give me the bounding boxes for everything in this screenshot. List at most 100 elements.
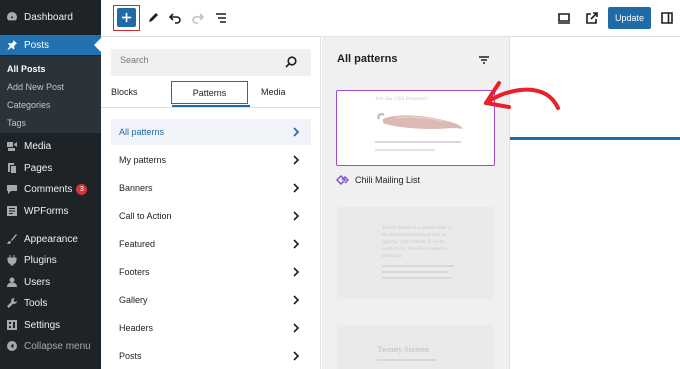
menu-plugins-label: Plugins [24,254,57,266]
pattern-preview-line [375,149,435,151]
comment-icon [6,183,18,195]
explorer-title: All patterns [337,53,398,65]
menu-pages[interactable]: Pages [0,158,101,178]
editor-toolbar: Update [101,0,680,37]
view-post-button[interactable] [584,10,600,26]
comments-count-badge: 3 [76,183,88,195]
settings-sidebar-button[interactable] [659,10,675,26]
admin-sidebar: Dashboard Posts All Posts Add New Post C… [0,0,101,369]
menu-appearance-label: Appearance [24,233,78,245]
category-featured[interactable]: Featured [111,231,311,257]
settings-icon [6,319,18,331]
submenu-tags[interactable]: Tags [7,118,26,128]
chevron-right-icon [291,210,301,222]
pattern-preview-line [382,265,454,267]
menu-settings-label: Settings [24,319,61,331]
pattern-preview-line [377,359,437,361]
chevron-right-icon [291,322,301,334]
pattern-preview-line [382,271,448,273]
category-posts[interactable]: Posts [111,343,311,369]
redo-icon [192,13,205,24]
menu-dashboard-label: Dashboard [24,11,73,23]
chevron-right-icon [291,182,301,194]
menu-users[interactable]: Users [0,272,101,292]
redo-button[interactable] [190,10,206,26]
wrench-icon [6,297,18,309]
chili-pepper-image [377,113,463,129]
menu-pages-label: Pages [24,162,53,174]
pencil-icon [149,13,158,22]
menu-wpforms-label: WPForms [24,205,69,217]
posts-submenu: All Posts Add New Post Categories Tags [0,56,101,133]
filter-icon[interactable] [478,53,490,65]
menu-posts[interactable]: Posts [0,35,101,55]
tab-blocks[interactable]: Blocks [111,87,138,97]
tabs-divider [101,107,321,108]
menu-wpforms[interactable]: WPForms [0,201,101,221]
undo-button[interactable] [167,10,183,26]
category-gallery[interactable]: Gallery [111,287,311,313]
sidebar-toggle-icon [661,12,673,24]
menu-appearance[interactable]: Appearance [0,229,101,249]
category-label: Gallery [119,295,148,305]
block-inserter-button[interactable] [117,8,136,27]
menu-tools[interactable]: Tools [0,293,101,313]
pattern-preview-line [375,141,461,143]
category-all-patterns[interactable]: All patterns [111,119,311,145]
pattern-preview-line [382,277,452,279]
pattern-preview-heading: Twenty Sixteen [377,345,430,354]
paintbrush-icon [6,233,18,245]
category-headers[interactable]: Headers [111,315,311,341]
menu-posts-label: Posts [24,39,50,51]
submenu-all-posts[interactable]: All Posts [7,64,46,74]
desktop-icon [558,13,570,24]
category-label: Banners [119,183,153,193]
plus-icon [121,12,132,23]
menu-collapse[interactable]: Collapse menu [0,336,101,356]
list-view-button[interactable] [213,10,229,26]
category-label: My patterns [119,155,167,165]
menu-settings[interactable]: Settings [0,315,101,335]
category-call-to-action[interactable]: Call to Action [111,203,311,229]
chevron-right-icon [291,266,301,278]
chevron-right-icon [291,238,301,250]
pattern-label-chili-mailing-list: Chili Mailing List [336,173,420,187]
submenu-add-new-post[interactable]: Add New Post [7,82,64,92]
tools-button[interactable] [145,10,161,26]
pattern-card-chili-mailing-list[interactable]: Join Our Chili Newsletter! [336,90,495,166]
media-icon [6,140,18,152]
search-input[interactable] [120,55,270,65]
pattern-explorer: All patterns Join Our Chili Newsletter! … [322,37,510,369]
menu-tools-label: Tools [24,297,48,309]
menu-comments-label: Comments [24,183,73,195]
pattern-name: Chili Mailing List [355,175,421,185]
pattern-card-twenty-sixteen[interactable]: Twenty Sixteen [337,325,494,369]
pushpin-icon [6,39,18,51]
category-my-patterns[interactable]: My patterns [111,147,311,173]
block-inserter-panel: Blocks Patterns Media All patterns My pa… [101,37,321,369]
tab-patterns[interactable]: Patterns [171,81,248,104]
synced-pattern-icon [336,175,349,185]
menu-plugins[interactable]: Plugins [0,250,101,270]
preview-button[interactable] [556,10,572,26]
category-footers[interactable]: Footers [111,259,311,285]
tab-media[interactable]: Media [261,87,286,97]
category-label: Headers [119,323,154,333]
category-label: Featured [119,239,156,249]
dashboard-icon [6,11,18,23]
category-label: All patterns [119,127,165,137]
editor-canvas[interactable] [510,37,680,369]
category-banners[interactable]: Banners [111,175,311,201]
external-link-icon [586,12,598,24]
menu-dashboard[interactable]: Dashboard [0,7,101,27]
pattern-card-twenty-sixteen-intro[interactable]: Twenty Sixteen is a modern take on the h… [337,207,494,299]
pattern-preview-text: Twenty Sixteen is a modern take on the h… [382,226,453,259]
menu-media[interactable]: Media [0,136,101,156]
update-button[interactable]: Update [608,7,651,29]
chevron-right-icon [291,350,301,362]
submenu-categories[interactable]: Categories [7,100,51,110]
undo-icon [168,13,181,24]
search-field[interactable] [111,49,311,76]
category-label: Posts [119,351,142,361]
menu-comments[interactable]: Comments 3 [0,179,101,199]
